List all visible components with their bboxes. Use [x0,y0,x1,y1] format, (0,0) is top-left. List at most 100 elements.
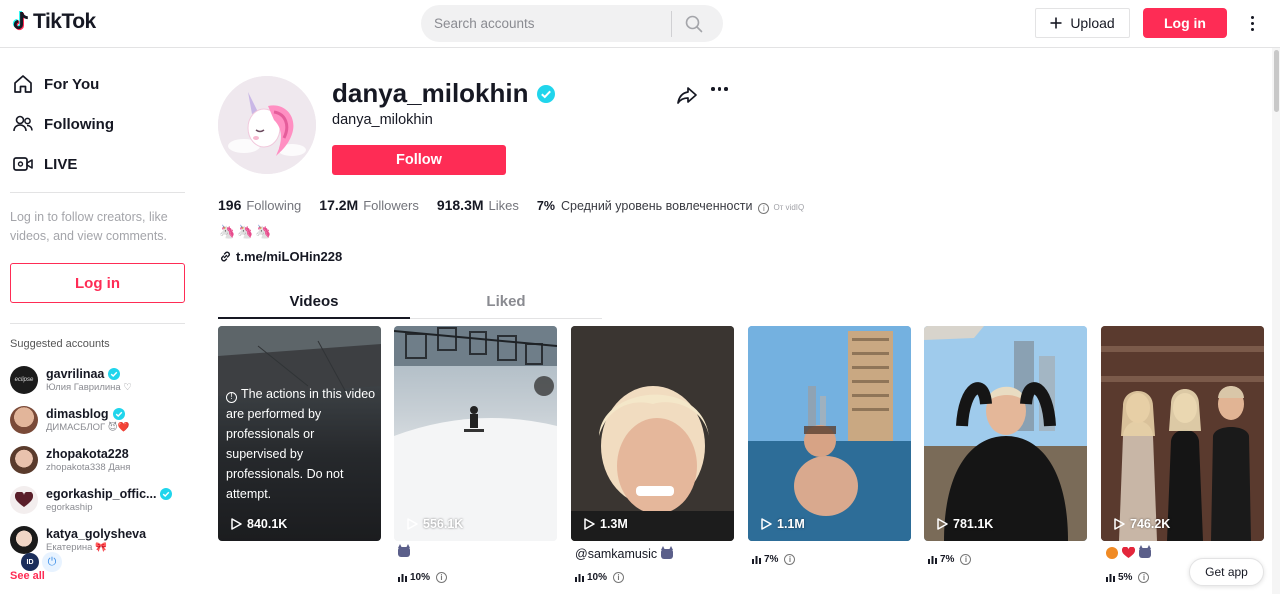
video-engagement-value: 7% [940,554,955,565]
avatar [10,446,38,474]
account-name: gavrilinaa [46,367,105,381]
suggested-account[interactable]: dimasblog ДИМАСБЛОГ 😈❤️ [10,406,195,434]
profile-bio: 🦄🦄🦄 [219,224,274,239]
plus-icon [1050,17,1062,29]
suggested-account[interactable]: egorkaship_offic... egorkaship [10,486,195,514]
scrollbar-thumb[interactable] [1274,50,1279,112]
scrollbar-track[interactable] [1272,48,1280,594]
account-name: dimasblog [46,407,109,421]
get-app-button[interactable]: Get app [1189,558,1264,586]
search-icon [685,15,703,32]
info-icon[interactable]: i [960,554,972,565]
account-subtitle: ДИМАСБЛОГ 😈❤️ [46,422,130,433]
sidebar-divider [10,192,185,193]
video-card[interactable]: 781.1K [924,326,1087,541]
video-engagement: 7% i [928,554,972,565]
play-icon [1114,518,1125,530]
bar-chart-icon [928,556,937,564]
video-views: 556.1K [407,517,463,531]
warning-icon: ! [226,391,237,403]
upload-label: Upload [1070,15,1115,31]
home-icon [14,75,32,93]
video-caption-text[interactable]: @samkamusic [575,547,657,561]
nav-for-you-label: For You [44,75,100,93]
video-views: 1.3M [584,517,628,531]
suggested-account[interactable]: zhopakota228 zhopakota338 Даня [10,446,195,474]
nav-following[interactable]: Following [12,113,114,135]
video-thumbnail [924,326,1087,541]
more-menu-icon[interactable] [1244,12,1260,34]
account-name-row: egorkaship_offic... [46,487,173,501]
followers-label: Followers [363,198,419,213]
video-engagement-value: 10% [410,572,431,583]
play-icon [584,518,595,530]
video-view-count: 1.1M [777,517,805,531]
extension-logo-icon: ID [21,553,39,571]
video-view-count: 1.3M [600,517,628,531]
info-icon[interactable]: i [436,572,448,583]
video-view-count: 556.1K [423,517,464,531]
video-thumbnail [1101,326,1264,541]
profile-nickname: danya_milokhin [332,112,433,128]
nav-following-label: Following [44,115,114,133]
nav-for-you[interactable]: For You [12,73,99,95]
video-engagement: 7% i [752,554,796,565]
video-view-count: 746.2K [1130,517,1171,531]
info-icon[interactable]: i [758,203,770,214]
verified-icon [112,408,125,420]
search-button[interactable] [672,5,716,42]
bar-chart-icon [398,574,407,582]
video-card[interactable]: 556.1K [394,326,557,541]
profile-stats: 196 Following 17.2M Followers 918.3M Lik… [218,197,805,214]
video-view-count: 840.1K [247,517,288,531]
follow-button[interactable]: Follow [332,145,506,175]
bar-chart-icon [575,574,584,582]
video-card[interactable]: 746.2K [1101,326,1264,541]
suggested-accounts-title: Suggested accounts [10,338,110,350]
account-name: zhopakota228 [46,447,129,461]
heart-logo-icon [15,492,33,507]
share-icon[interactable] [676,84,698,111]
engagement-label: Средний уровень вовлеченности [560,199,753,213]
upload-button[interactable]: Upload [1035,8,1130,38]
video-engagement-value: 7% [764,554,779,565]
nav-live[interactable]: LIVE [12,153,77,175]
avatar [10,526,38,554]
engagement-source: От vidIQ [773,203,805,212]
video-views: 840.1K [231,517,287,531]
profile-link[interactable]: t.me/miLOHin228 [219,249,342,264]
account-name-row: gavrilinaa [46,367,132,381]
tiktok-logo[interactable]: TikTok [10,10,96,34]
sidebar-login-button[interactable]: Log in [10,263,185,303]
video-caption: @samkamusic [575,546,674,561]
suggested-account[interactable]: eclipse gavrilinaa Юлия Гаврилина ♡ [10,366,195,394]
engagement-value: 7% [536,199,555,213]
info-icon[interactable]: i [1138,572,1150,583]
video-card[interactable]: 1.3M [571,326,734,541]
tab-videos[interactable]: Videos [218,288,410,319]
account-subtitle: Юлия Гаврилина ♡ [46,382,132,393]
video-thumbnail [394,326,557,541]
login-button[interactable]: Log in [1143,8,1227,38]
account-name: katya_golysheva [46,527,147,541]
info-icon[interactable]: i [613,572,625,583]
profile-username: danya_milokhin [332,78,529,108]
video-card[interactable]: ! The actions in this video are performed… [218,326,381,541]
account-name: egorkaship_offic... [46,487,157,501]
profile-tabs: Videos Liked [218,288,602,319]
info-icon[interactable]: i [784,554,796,565]
suggested-account[interactable]: katya_golysheva Екатерина 🎀 [10,526,195,554]
nav-live-label: LIVE [44,155,78,173]
profile-more-icon[interactable] [711,87,728,91]
video-thumbnail [748,326,911,541]
video-card[interactable]: 1.1M [748,326,911,541]
bar-chart-icon [1106,574,1115,582]
extension-widget[interactable]: ID ⏻ [21,552,62,572]
following-label: Following [246,198,302,213]
tab-liked[interactable]: Liked [410,288,602,318]
power-icon[interactable]: ⏻ [42,552,62,572]
bar-chart-icon [752,556,761,564]
search-bar [421,5,723,42]
search-input[interactable] [421,5,671,42]
account-name-row: dimasblog [46,407,130,421]
